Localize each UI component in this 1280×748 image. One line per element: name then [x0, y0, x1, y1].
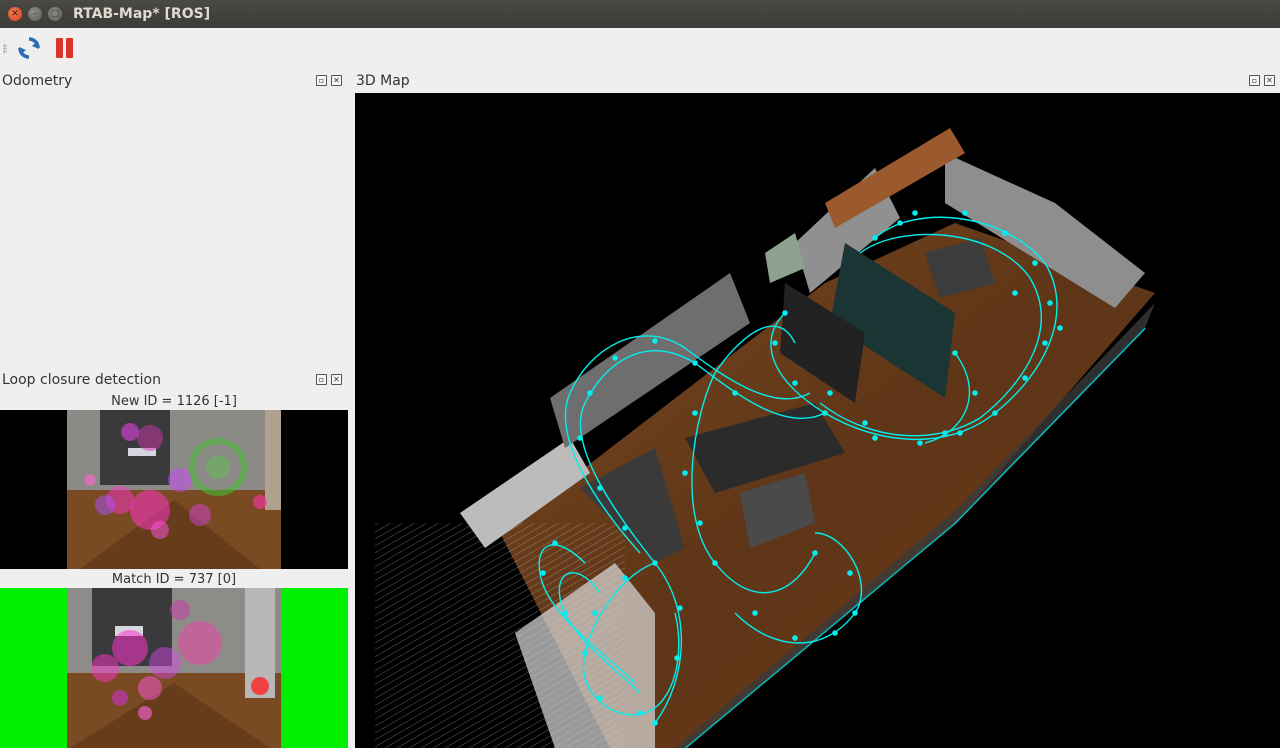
main-toolbar	[0, 28, 1280, 68]
new-camera-image	[67, 410, 281, 569]
close-window-button[interactable]: ✕	[8, 7, 22, 21]
close-dock-icon[interactable]: ✕	[331, 374, 342, 385]
maximize-window-button[interactable]: □	[48, 7, 62, 21]
loop-closure-dock-controls: ▫ ✕	[316, 374, 342, 385]
float-dock-icon[interactable]: ▫	[316, 374, 327, 385]
new-image-view	[0, 410, 348, 569]
toolbar-grip[interactable]	[3, 44, 7, 54]
map3d-dock-title: 3D Map	[356, 73, 410, 89]
match-camera-image	[67, 588, 281, 748]
odometry-panel	[0, 92, 350, 368]
3d-map-render	[375, 128, 1155, 748]
window-title: RTAB-Map* [ROS]	[73, 6, 211, 22]
odometry-dock-title: Odometry	[2, 73, 73, 89]
minimize-window-button[interactable]: –	[28, 7, 42, 21]
3d-map-view[interactable]	[355, 93, 1280, 748]
window-titlebar: ✕ – □ RTAB-Map* [ROS]	[0, 0, 1280, 28]
float-dock-icon[interactable]: ▫	[316, 75, 327, 86]
match-id-label: Match ID = 737 [0]	[111, 572, 237, 587]
float-dock-icon[interactable]: ▫	[1249, 75, 1260, 86]
new-id-label: New ID = 1126 [-1]	[111, 394, 237, 409]
match-image-view	[0, 588, 348, 748]
map3d-dock-controls: ▫ ✕	[1249, 75, 1275, 86]
loop-closure-dock-title: Loop closure detection	[2, 372, 161, 388]
refresh-button[interactable]	[16, 35, 42, 61]
odometry-dock-controls: ▫ ✕	[316, 75, 342, 86]
close-dock-icon[interactable]: ✕	[331, 75, 342, 86]
refresh-icon	[18, 37, 40, 59]
pause-button[interactable]	[52, 35, 78, 61]
close-dock-icon[interactable]: ✕	[1264, 75, 1275, 86]
pause-icon	[56, 38, 73, 58]
